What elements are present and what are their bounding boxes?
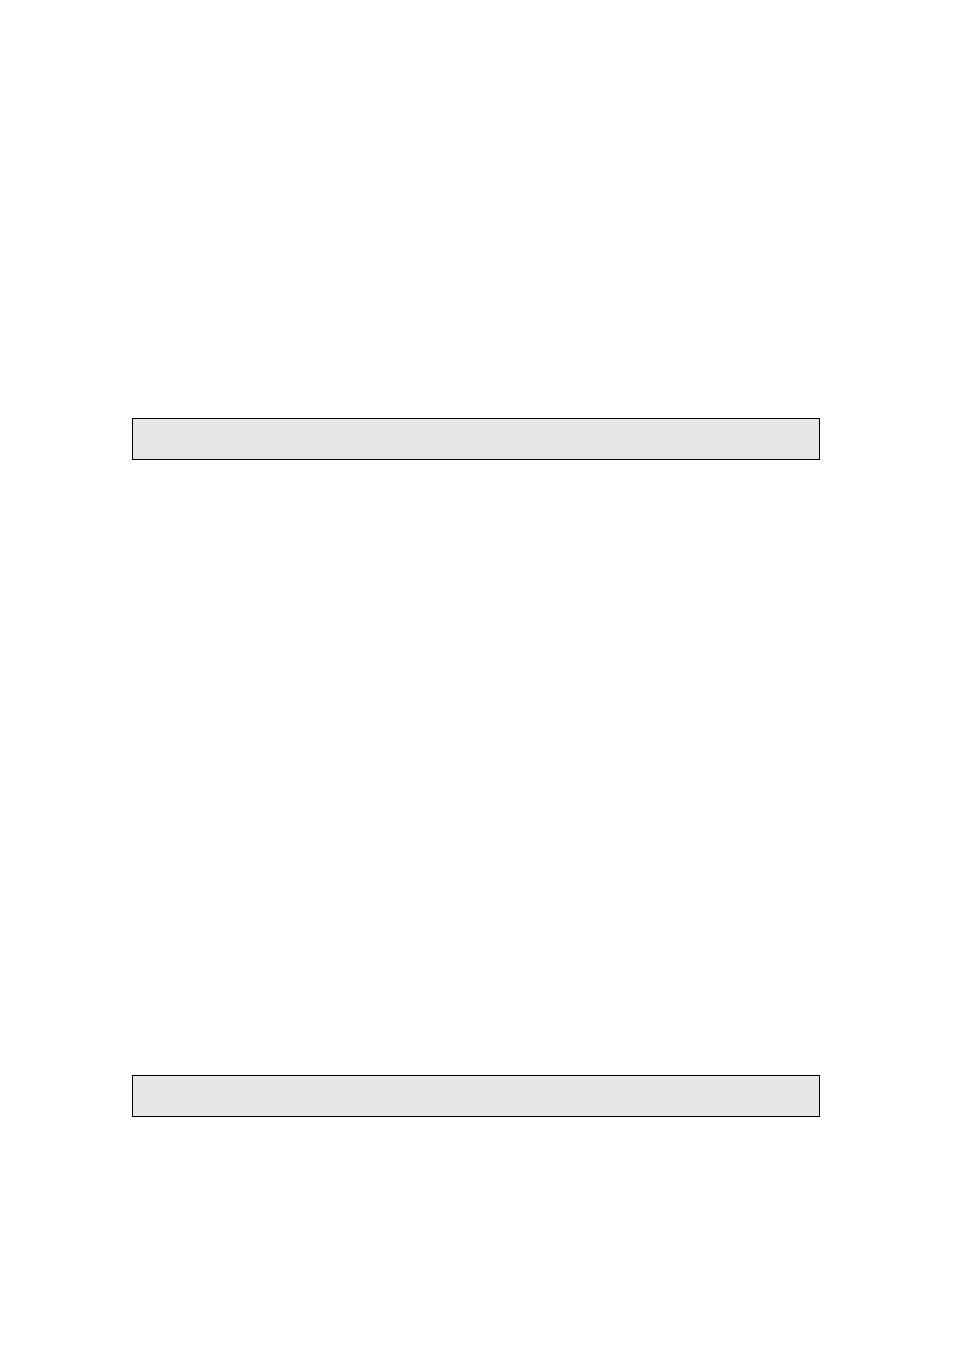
content-box-1 [132, 418, 820, 460]
content-box-2 [132, 1075, 820, 1117]
